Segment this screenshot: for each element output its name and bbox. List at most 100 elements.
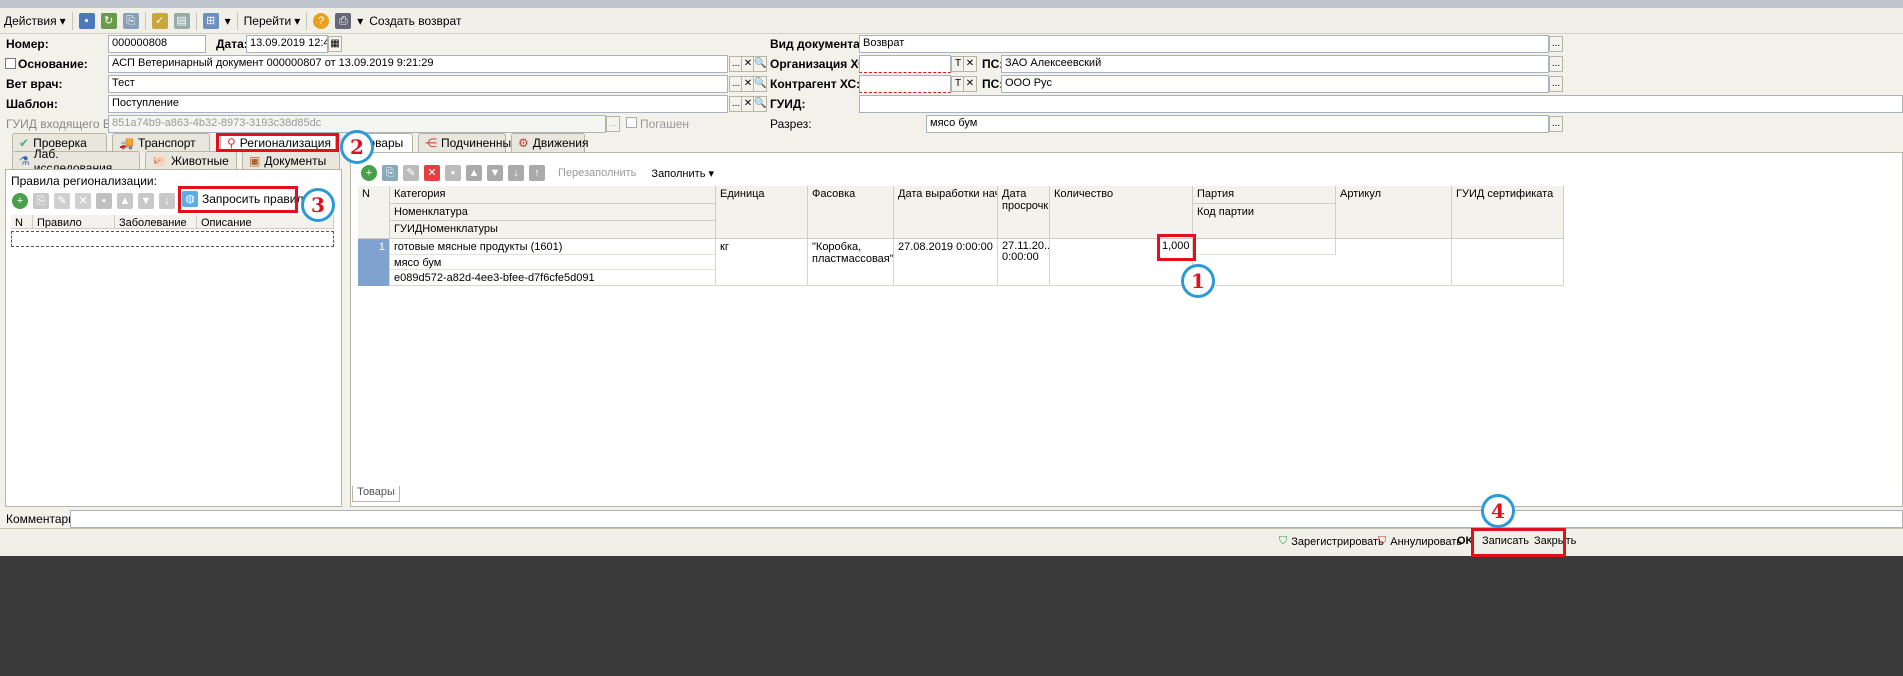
column-header-prod-date[interactable]: Дата выработки нач. <box>894 186 998 239</box>
search-icon[interactable]: 🔍 <box>753 56 767 72</box>
toolbar-separator <box>236 11 238 30</box>
help-icon[interactable]: ? <box>313 12 330 29</box>
fill-menu[interactable]: Заполнить ▾ <box>651 167 714 180</box>
column-header-expiry[interactable]: Дата просрочки <box>998 186 1050 239</box>
row-prod-date[interactable]: 27.08.2019 0:00:00 <box>894 239 998 286</box>
column-header-cert-guid[interactable]: ГУИД сертификата <box>1452 186 1564 239</box>
toolbar-separator <box>195 11 197 30</box>
basis-checkbox[interactable] <box>5 58 16 69</box>
tab-lab-research[interactable]: ⚗ Лаб. исследования <box>12 147 140 175</box>
select-button[interactable]: ... <box>1549 76 1563 92</box>
sort-desc-icon[interactable]: ↑ <box>529 165 545 181</box>
highlight-request-rules <box>178 186 298 213</box>
save-icon[interactable]: ▪ <box>78 12 95 29</box>
save-icon[interactable]: ▪ <box>445 165 461 181</box>
comment-field[interactable] <box>70 510 1903 528</box>
select-button[interactable]: ... <box>1549 116 1563 132</box>
tab-subordinates[interactable]: ⋲ Подчиненные <box>418 133 518 152</box>
row-batch[interactable] <box>1193 239 1336 255</box>
column-header-nomenclature[interactable]: Номенклатура <box>390 204 716 221</box>
basis-field[interactable]: АСП Ветеринарный документ 000000807 от 1… <box>108 55 728 73</box>
structure-icon[interactable]: ⊞ <box>202 12 219 29</box>
annul-button[interactable]: ⛉ Аннулировать <box>1378 535 1462 548</box>
row-nomenclature[interactable]: мясо бум <box>390 255 716 270</box>
goto-menu[interactable]: Перейти ▾ <box>244 14 301 28</box>
sort-asc-icon[interactable]: ↓ <box>508 165 524 181</box>
create-return-button[interactable]: Создать возврат <box>369 14 461 28</box>
org-field[interactable] <box>859 55 951 73</box>
clear-icon[interactable]: ✕ <box>963 76 977 92</box>
row-cert-guid[interactable] <box>1452 239 1564 286</box>
row-guid-nom[interactable]: e089d572-a82d-4ee3-bfee-d7f6cfe5d091 <box>390 270 716 286</box>
select-button[interactable]: ... <box>1549 36 1563 52</box>
counterparty-field[interactable] <box>859 75 951 93</box>
tab-goods-bottom[interactable]: Товары <box>352 486 400 502</box>
annotation-3: 3 <box>301 188 335 222</box>
number-field[interactable]: 000000808 <box>108 35 206 53</box>
template-field[interactable]: Поступление <box>108 95 728 113</box>
column-header-batch[interactable]: Партия <box>1193 186 1336 204</box>
print-icon[interactable]: ⎙ <box>335 12 352 29</box>
highlight-regionalization-tab <box>216 133 339 152</box>
row-article[interactable] <box>1336 239 1452 286</box>
move-up-icon[interactable]: ▲ <box>466 165 482 181</box>
tab-animals[interactable]: 🐖 Животные <box>145 151 237 170</box>
search-icon[interactable]: 🔍 <box>753 76 767 92</box>
doc-type-field[interactable]: Возврат <box>859 35 1549 53</box>
shield-check-icon: ⛉ <box>1279 535 1288 547</box>
delete-icon[interactable]: ✕ <box>424 165 440 181</box>
row-unit[interactable]: кг <box>716 239 808 286</box>
copy-icon[interactable]: ⎘ <box>382 165 398 181</box>
ps2-field[interactable]: ООО Рус <box>1001 75 1549 93</box>
tab-movements[interactable]: ⚙ Движения <box>511 133 589 152</box>
actions-menu[interactable]: Действия ▾ <box>4 14 66 28</box>
refresh-icon[interactable]: ↻ <box>100 12 117 29</box>
dropdown-arrow-icon[interactable]: ▾ <box>357 14 363 28</box>
calendar-icon[interactable]: ▦ <box>328 36 342 52</box>
post-icon[interactable]: ✓ <box>151 12 168 29</box>
add-icon[interactable]: + <box>12 193 28 209</box>
select-button[interactable]: ... <box>1549 56 1563 72</box>
clear-icon[interactable]: ✕ <box>963 56 977 72</box>
row-expiry[interactable]: 27.11.20... 0:00:00 <box>998 239 1050 286</box>
briefcase-icon: ▣ <box>249 154 261 168</box>
shield-cancel-icon: ⛉ <box>1378 535 1387 547</box>
table-row[interactable] <box>11 231 334 247</box>
column-header-n[interactable]: N <box>358 186 390 239</box>
column-header-batch-code[interactable]: Код партии <box>1193 204 1336 239</box>
basis-label: Основание: <box>18 57 88 71</box>
row-number[interactable]: 1 <box>358 239 390 286</box>
vet-field[interactable]: Тест <box>108 75 728 93</box>
section-field[interactable]: мясо бум <box>926 115 1549 133</box>
row-packing[interactable]: "Коробка, пластмассовая"... <box>808 239 894 286</box>
row-category[interactable]: готовые мясные продукты (1601) <box>390 239 716 255</box>
refill-button[interactable]: Перезаполнить <box>558 167 636 179</box>
column-header[interactable]: N <box>11 215 33 229</box>
movements-icon: ⚙ <box>518 136 529 150</box>
guid-field[interactable] <box>859 95 1903 113</box>
highlight-quantity <box>1157 234 1196 261</box>
column-header-packing[interactable]: Фасовка <box>808 186 894 239</box>
register-button[interactable]: ⛉ Зарегистрировать <box>1279 535 1384 548</box>
copy-icon: ⎘ <box>33 193 49 209</box>
search-icon[interactable]: 🔍 <box>753 96 767 112</box>
column-header-guid-nom[interactable]: ГУИДНоменклатуры <box>390 221 716 239</box>
column-header[interactable]: Правило <box>33 215 115 229</box>
column-header-quantity[interactable]: Количество <box>1050 186 1193 239</box>
ps1-field[interactable]: ЗАО Алексеевский <box>1001 55 1549 73</box>
toolbar: Действия ▾ ▪ ↻ ⎘ ✓ ▤ ⊞ ▾ Перейти ▾ ? ⎙ ▾ Соз… <box>0 8 1903 34</box>
unpost-icon[interactable]: ▤ <box>173 12 190 29</box>
move-down-icon[interactable]: ▼ <box>487 165 503 181</box>
hierarchy-icon: ⋲ <box>425 136 437 150</box>
column-header[interactable]: Заболевание <box>115 215 197 229</box>
template-label: Шаблон: <box>6 97 58 111</box>
column-header-article[interactable]: Артикул <box>1336 186 1452 239</box>
edit-icon[interactable]: ✎ <box>403 165 419 181</box>
dropdown-arrow-icon[interactable]: ▾ <box>225 14 231 28</box>
date-field[interactable]: 13.09.2019 12:46:1 <box>246 35 328 53</box>
column-header-unit[interactable]: Единица <box>716 186 808 239</box>
add-icon[interactable]: + <box>361 165 377 181</box>
copy-icon[interactable]: ⎘ <box>122 12 139 29</box>
column-header-category[interactable]: Категория <box>390 186 716 204</box>
tab-documents[interactable]: ▣ Документы <box>242 151 340 170</box>
